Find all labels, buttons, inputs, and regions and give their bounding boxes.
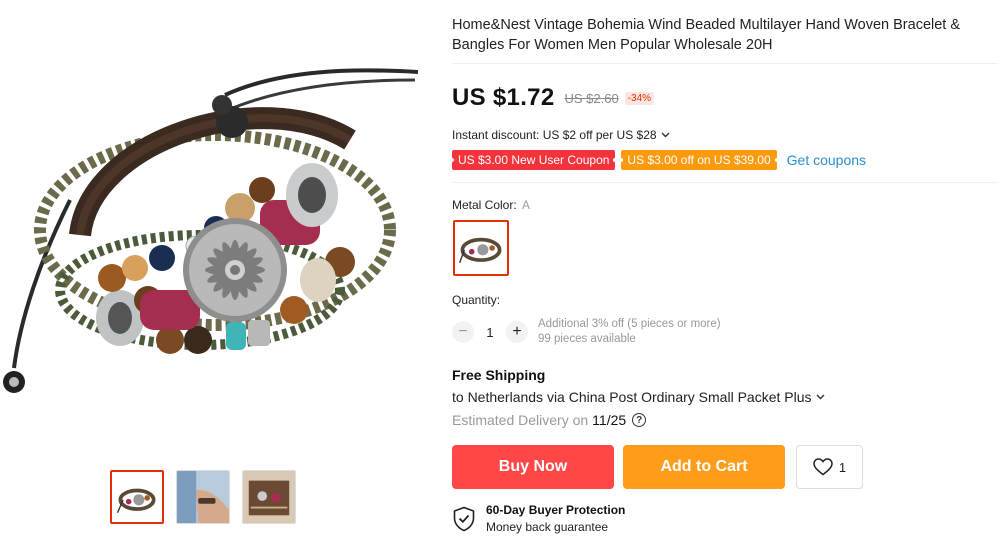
estimated-delivery-label: Estimated Delivery on [452,412,589,428]
shipping-method-selector[interactable]: to Netherlands via China Post Ordinary S… [452,389,997,405]
divider [452,182,997,183]
bracelet-image [3,68,419,393]
coupon-row: US $3.00 New User Coupon US $3.00 off on… [449,150,997,170]
metal-color-title: Metal Color: [452,198,517,212]
quantity-input[interactable]: 1 [474,325,506,340]
product-info: Home&Nest Vintage Bohemia Wind Beaded Mu… [449,0,997,534]
buyer-protection: 60-Day Buyer Protection Money back guara… [452,503,997,534]
shipping-title: Free Shipping [452,367,546,383]
wishlist-count: 1 [838,459,847,475]
current-price: US $1.72 [452,84,555,111]
wishlist-button[interactable]: 1 [796,445,863,489]
estimated-delivery: Estimated Delivery on 11/25 ? [452,412,997,428]
estimated-delivery-date: 11/25 [592,412,627,428]
shipping-method-text: to Netherlands via China Post Ordinary S… [452,389,812,405]
metal-color-value: A [522,198,531,212]
instant-discount[interactable]: Instant discount: US $2 off per US $28 [452,128,997,142]
main-product-image[interactable] [0,0,430,440]
buyer-protection-subtitle: Money back guarantee [486,520,609,534]
original-price: US $2.60 [564,90,619,106]
price-row: US $1.72 US $2.60 -34% [452,84,997,112]
shield-check-icon [453,506,475,531]
heart-icon [813,458,833,476]
increase-quantity-button[interactable]: + [506,321,528,343]
buyer-protection-title: 60-Day Buyer Protection [486,503,626,517]
quantity-note: Additional 3% off (5 pieces or more) 99 … [538,317,721,347]
instant-discount-text: Instant discount: US $2 off per US $28 [452,128,657,142]
buy-now-button[interactable]: Buy Now [452,445,614,489]
availability-note: 99 pieces available [538,333,636,345]
thumbnail-1[interactable] [110,470,164,524]
get-coupons-link[interactable]: Get coupons [787,152,866,168]
metal-color-label: Metal Color: A [452,198,997,212]
discount-badge: -34% [624,91,655,105]
chevron-down-icon [816,394,824,400]
thumbnail-strip [110,470,296,524]
quantity-stepper: − 1 + Additional 3% off (5 pieces or mor… [452,317,997,347]
add-to-cart-button[interactable]: Add to Cart [623,445,785,489]
buyer-protection-text: 60-Day Buyer Protection Money back guara… [486,503,625,534]
decrease-quantity-button[interactable]: − [452,321,474,343]
action-row: Buy Now Add to Cart 1 [452,445,997,489]
thumbnail-2[interactable] [176,470,230,524]
metal-color-swatch-a[interactable] [453,220,509,276]
product-title: Home&Nest Vintage Bohemia Wind Beaded Mu… [452,17,961,53]
divider [452,63,997,64]
thumbnail-3[interactable] [242,470,296,524]
bulk-discount-note: Additional 3% off (5 pieces or more) [538,318,721,330]
question-circle-icon[interactable]: ? [632,413,647,427]
store-coupon[interactable]: US $3.00 off on US $39.00 [619,150,779,170]
quantity-label: Quantity: [452,293,501,307]
new-user-coupon[interactable]: US $3.00 New User Coupon [449,150,618,170]
chevron-down-icon [661,132,670,138]
